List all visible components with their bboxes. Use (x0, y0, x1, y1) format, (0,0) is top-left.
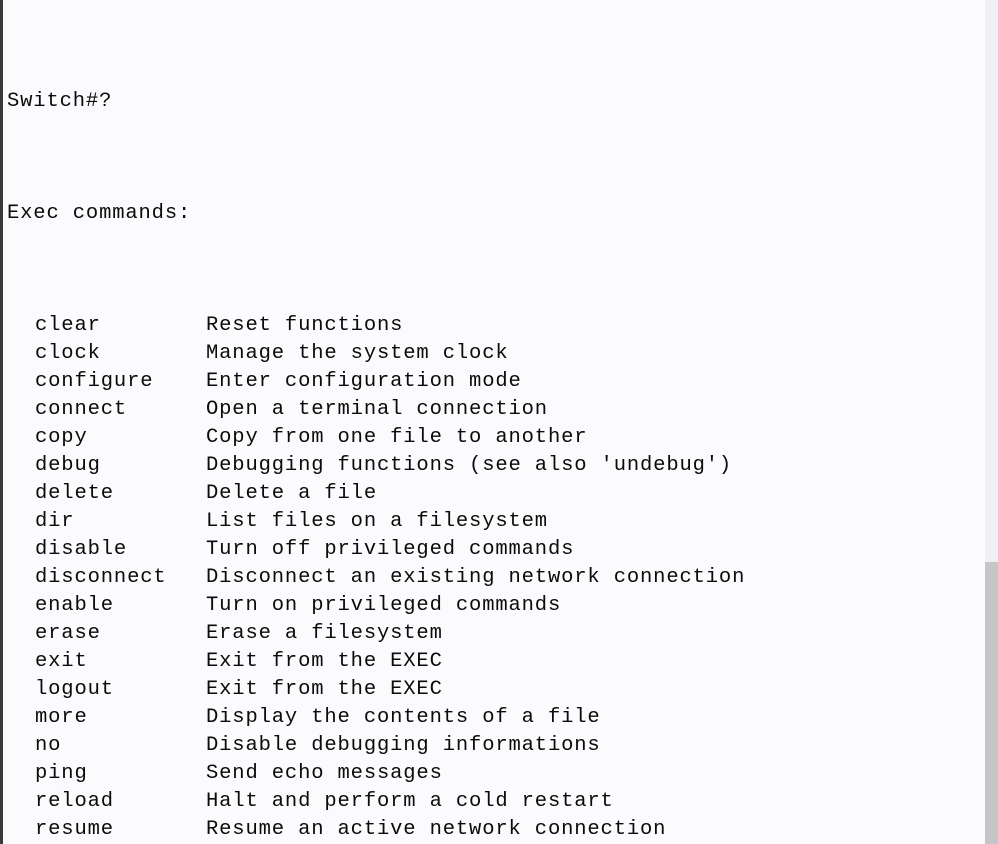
vertical-scrollbar[interactable] (985, 0, 998, 844)
command-row: enable Turn on privileged commands (0, 592, 985, 620)
command-name: dir (35, 510, 75, 533)
command-description: Debugging functions (see also 'undebug') (206, 454, 733, 477)
command-description: Disable debugging informations (206, 734, 601, 757)
command-description: Copy from one file to another (206, 426, 588, 449)
command-row: dir List files on a filesystem (0, 508, 985, 536)
command-row: resume Resume an active network connectio… (0, 816, 985, 844)
command-description: Turn on privileged commands (206, 594, 562, 617)
command-description: Display the contents of a file (206, 706, 601, 729)
command-description: Disconnect an existing network connectio… (206, 566, 746, 589)
command-row: ping Send echo messages (0, 760, 985, 788)
command-row: delete Delete a file (0, 480, 985, 508)
command-row: clear Reset functions (0, 312, 985, 340)
terminal-window: Switch#? Exec commands: clear Reset funct… (0, 0, 998, 844)
command-name: no (35, 734, 62, 757)
scrollbar-thumb[interactable] (985, 562, 998, 844)
command-name: disable (35, 538, 128, 561)
command-description: Enter configuration mode (206, 370, 522, 393)
command-description: Manage the system clock (206, 342, 509, 365)
command-name: disconnect (35, 566, 167, 589)
command-row: erase Erase a filesystem (0, 620, 985, 648)
command-row: debug Debugging functions (see also 'unde… (0, 452, 985, 480)
command-description: Delete a file (206, 482, 377, 505)
command-name: more (35, 706, 88, 729)
command-description: Reset functions (206, 314, 404, 337)
command-row: logout Exit from the EXEC (0, 676, 985, 704)
command-name: copy (35, 426, 88, 449)
command-description: Resume an active network connection (206, 818, 667, 841)
command-description: Turn off privileged commands (206, 538, 575, 561)
command-description: Send echo messages (206, 762, 443, 785)
command-description: List files on a filesystem (206, 510, 548, 533)
command-name: connect (35, 398, 128, 421)
command-description: Open a terminal connection (206, 398, 548, 421)
command-name: logout (35, 678, 114, 701)
command-row: no Disable debugging informations (0, 732, 985, 760)
command-description: Exit from the EXEC (206, 678, 443, 701)
command-row: more Display the contents of a file (0, 704, 985, 732)
console-output[interactable]: Switch#? Exec commands: clear Reset funct… (0, 0, 985, 844)
command-row: disable Turn off privileged commands (0, 536, 985, 564)
command-row: copy Copy from one file to another (0, 424, 985, 452)
command-name: delete (35, 482, 114, 505)
command-name: erase (35, 622, 101, 645)
command-name: exit (35, 650, 88, 673)
window-left-border (0, 0, 3, 844)
command-row: reload Halt and perform a cold restart (0, 788, 985, 816)
command-prompt-line: Switch#? (7, 90, 113, 113)
command-row: configure Enter configuration mode (0, 368, 985, 396)
command-description: Exit from the EXEC (206, 650, 443, 673)
command-name: debug (35, 454, 101, 477)
command-description: Halt and perform a cold restart (206, 790, 614, 813)
command-row: disconnect Disconnect an existing network… (0, 564, 985, 592)
command-list: clear Reset functions clock Manage the syst… (0, 312, 985, 844)
command-name: clear (35, 314, 101, 337)
command-row: connect Open a terminal connection (0, 396, 985, 424)
command-name: configure (35, 370, 154, 393)
command-name: resume (35, 818, 114, 841)
command-row: exit Exit from the EXEC (0, 648, 985, 676)
exec-commands-header: Exec commands: (7, 202, 192, 225)
command-row: clock Manage the system clock (0, 340, 985, 368)
command-name: enable (35, 594, 114, 617)
command-description: Erase a filesystem (206, 622, 443, 645)
command-name: reload (35, 790, 114, 813)
command-name: clock (35, 342, 101, 365)
command-name: ping (35, 762, 88, 785)
